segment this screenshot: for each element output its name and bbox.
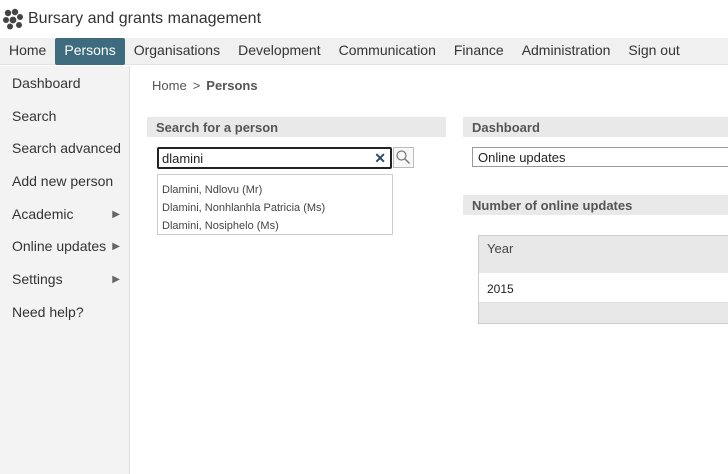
- sidebar: Dashboard Search Search advanced Add new…: [0, 66, 130, 474]
- sidebar-item-label: Academic: [12, 205, 74, 222]
- nav-administration[interactable]: Administration: [513, 38, 620, 65]
- sidebar-item-label: Search advanced: [12, 140, 121, 157]
- clear-icon[interactable]: ✕: [374, 150, 386, 167]
- table-footer: [479, 303, 728, 323]
- sidebar-item-search[interactable]: Search: [0, 99, 129, 132]
- breadcrumb-separator: >: [192, 78, 201, 93]
- search-icon: [396, 150, 411, 165]
- updates-table: Year 2015: [478, 235, 728, 324]
- nav-home[interactable]: Home: [0, 38, 55, 65]
- sidebar-item-label: Online updates: [12, 238, 107, 255]
- breadcrumb: Home > Persons: [152, 78, 258, 93]
- sidebar-item-need-help[interactable]: Need help?: [0, 295, 129, 328]
- sidebar-item-search-advanced[interactable]: Search advanced: [0, 131, 129, 164]
- sidebar-item-label: Settings: [12, 271, 63, 288]
- search-button[interactable]: [393, 147, 414, 168]
- expand-arrow-icon: ▶: [112, 241, 120, 253]
- sidebar-item-online-updates[interactable]: Online updates ▶: [0, 229, 129, 262]
- app-title: Bursary and grants management: [28, 10, 262, 27]
- nav-persons[interactable]: Persons: [55, 38, 125, 65]
- search-suggestions: Dlamini, Ndlovu (Mr) Dlamini, Nonhlanhla…: [157, 174, 393, 235]
- nav-communication[interactable]: Communication: [330, 38, 445, 65]
- updates-panel-title: Number of online updates: [463, 195, 728, 215]
- search-panel-title: Search for a person: [147, 117, 446, 137]
- dashboard-select[interactable]: Online updates: [472, 147, 728, 167]
- suggestion-item[interactable]: Dlamini, Nonhlanhla Patricia (Ms): [158, 201, 392, 219]
- nav-development[interactable]: Development: [229, 38, 330, 65]
- sidebar-item-label: Need help?: [12, 303, 84, 320]
- sidebar-item-settings[interactable]: Settings ▶: [0, 262, 129, 295]
- sidebar-item-dashboard[interactable]: Dashboard: [0, 66, 129, 99]
- nav-sign-out[interactable]: Sign out: [619, 38, 688, 65]
- sidebar-item-academic[interactable]: Academic ▶: [0, 197, 129, 230]
- suggestion-item[interactable]: Dlamini, Nosiphelo (Ms): [158, 219, 392, 237]
- breadcrumb-current: Persons: [206, 78, 258, 93]
- table-row: 2015: [479, 273, 728, 303]
- sidebar-item-label: Search: [12, 107, 57, 124]
- sidebar-item-add-new-person[interactable]: Add new person: [0, 164, 129, 197]
- table-header-year: Year: [479, 236, 728, 273]
- paw-logo-icon: [3, 8, 23, 30]
- person-search-input[interactable]: dlamini ✕: [157, 147, 392, 169]
- sidebar-item-label: Add new person: [12, 173, 114, 190]
- search-query-text: dlamini: [162, 151, 204, 166]
- expand-arrow-icon: ▶: [112, 274, 120, 286]
- dashboard-panel-title: Dashboard: [463, 117, 728, 137]
- app-header: Bursary and grants management: [0, 0, 728, 38]
- nav-organisations[interactable]: Organisations: [125, 38, 229, 65]
- nav-finance[interactable]: Finance: [445, 38, 513, 65]
- expand-arrow-icon: ▶: [112, 208, 120, 220]
- suggestion-item[interactable]: Dlamini, Ndlovu (Mr): [158, 183, 392, 201]
- top-navigation: Home Persons Organisations Development C…: [0, 38, 728, 65]
- breadcrumb-home[interactable]: Home: [152, 78, 187, 93]
- sidebar-item-label: Dashboard: [12, 75, 81, 91]
